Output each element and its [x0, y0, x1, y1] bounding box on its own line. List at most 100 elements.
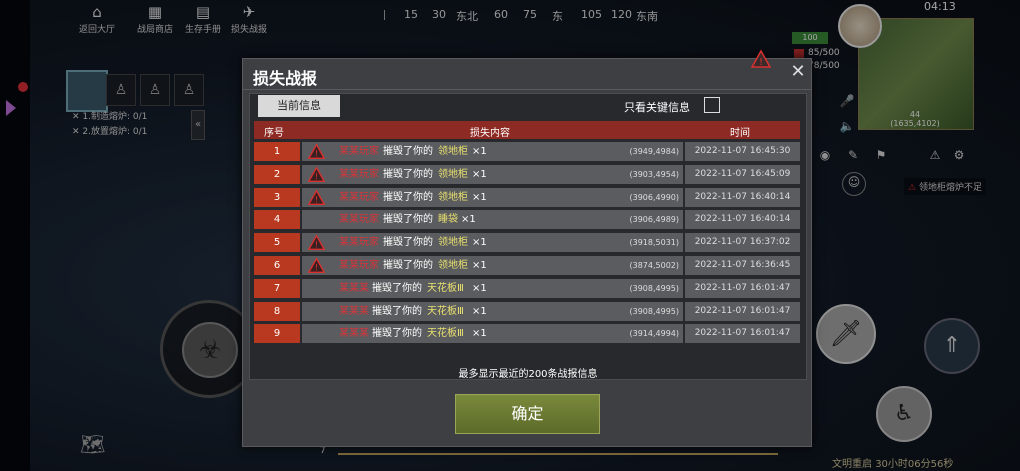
- loss-verb: 摧毁了你的: [383, 237, 433, 249]
- attacker-name: 某某玩家: [339, 214, 379, 226]
- loss-coordinates: (3903,4954): [629, 169, 679, 179]
- loss-message: 某某某 摧毁了你的 天花板Ⅲ ×1 (3914,4994): [302, 324, 683, 344]
- row-number: 4: [254, 210, 300, 230]
- lost-item: 天花板Ⅲ: [427, 328, 464, 340]
- row-number: 1: [254, 142, 300, 161]
- svg-text:!: !: [315, 172, 318, 182]
- attacker-name: 某某某: [339, 305, 369, 317]
- loss-report-dialog: 损失战报 ! ✕ 当前信息 只看关键信息 序号 损失内容 时间 1! 某某玩家 摧毁…: [242, 49, 812, 447]
- loss-time: 2022-11-07 16:01:47: [685, 301, 800, 321]
- confirm-button[interactable]: 确定: [455, 394, 600, 434]
- lost-item: 天花板Ⅲ: [427, 305, 464, 317]
- warning-icon: !: [308, 166, 325, 182]
- loss-message: ! 某某玩家 摧毁了你的 领地柜 ×1 (3903,4954): [302, 164, 683, 184]
- attacker-name: 某某玩家: [339, 146, 379, 157]
- row-number: 8: [254, 301, 300, 321]
- loss-coordinates: (3906,4989): [629, 215, 679, 225]
- loss-verb: 摧毁了你的: [383, 260, 433, 271]
- loss-verb: 摧毁了你的: [372, 282, 422, 294]
- loss-coordinates: (3874,5002): [629, 261, 679, 270]
- loss-verb: 摧毁了你的: [372, 328, 422, 340]
- item-count: ×1: [472, 146, 487, 157]
- table-row[interactable]: 5! 某某玩家 摧毁了你的 领地柜 ×1 (3918,5031) 2022-11-07 16…: [254, 233, 800, 253]
- report-panel: 当前信息 只看关键信息 序号 损失内容 时间 1! 某某玩家 摧毁了你的 领地柜 ×1(…: [249, 93, 807, 380]
- row-number: 6: [254, 256, 300, 275]
- loss-time: 2022-11-07 16:45:09: [685, 164, 800, 184]
- attacker-name: 某某玩家: [339, 168, 379, 180]
- item-count: ×1: [461, 214, 476, 226]
- loss-message: 某某某 摧毁了你的 天花板Ⅲ ×1 (3908,4995): [302, 278, 683, 298]
- tab-current-info[interactable]: 当前信息: [258, 95, 340, 117]
- lost-item: 领地柜: [438, 260, 468, 271]
- loss-coordinates: (3908,4995): [629, 283, 679, 293]
- column-header-content: 损失内容: [470, 128, 510, 139]
- column-header-time: 时间: [730, 128, 750, 139]
- svg-text:!: !: [315, 150, 318, 160]
- table-row[interactable]: 9 某某某 摧毁了你的 天花板Ⅲ ×1 (3914,4994) 2022-11-07 16:…: [254, 324, 800, 344]
- title-divider: [243, 89, 811, 90]
- svg-text:!: !: [759, 57, 763, 68]
- attacker-name: 某某玩家: [339, 260, 379, 271]
- column-header-no: 序号: [264, 128, 284, 139]
- lost-item: 领地柜: [438, 168, 468, 180]
- loss-verb: 摧毁了你的: [383, 146, 433, 157]
- item-count: ×1: [472, 282, 487, 294]
- loss-verb: 摧毁了你的: [372, 305, 422, 317]
- max-records-note: 最多显示最近的200条战报信息: [458, 369, 598, 380]
- table-row[interactable]: 3! 某某玩家 摧毁了你的 领地柜 ×1 (3906,4990) 2022-11-07 16…: [254, 187, 800, 207]
- table-row[interactable]: 1! 某某玩家 摧毁了你的 领地柜 ×1 (3949,4984) 2022-11-07 16…: [254, 142, 800, 161]
- attacker-name: 某某某: [339, 282, 369, 294]
- loss-coordinates: (3906,4990): [629, 192, 679, 202]
- loss-time: 2022-11-07 16:01:47: [685, 324, 800, 344]
- loss-message: 某某玩家 摧毁了你的 睡袋 ×1 (3906,4989): [302, 210, 683, 230]
- svg-text:!: !: [315, 264, 318, 274]
- item-count: ×1: [472, 191, 487, 203]
- row-number: 5: [254, 233, 300, 253]
- lost-item: 领地柜: [438, 146, 468, 157]
- loss-time: 2022-11-07 16:37:02: [685, 233, 800, 253]
- loss-message: ! 某某玩家 摧毁了你的 领地柜 ×1 (3874,5002): [302, 256, 683, 275]
- table-row[interactable]: 8 某某某 摧毁了你的 天花板Ⅲ ×1 (3908,4995) 2022-11-07 16:…: [254, 301, 800, 321]
- loss-verb: 摧毁了你的: [383, 214, 433, 226]
- row-number: 9: [254, 324, 300, 344]
- table-row[interactable]: 6! 某某玩家 摧毁了你的 领地柜 ×1 (3874,5002) 2022-11-07 16…: [254, 256, 800, 275]
- close-icon[interactable]: ✕: [789, 63, 807, 81]
- lost-item: 领地柜: [438, 191, 468, 203]
- loss-time: 2022-11-07 16:40:14: [685, 187, 800, 207]
- loss-message: ! 某某玩家 摧毁了你的 领地柜 ×1 (3918,5031): [302, 233, 683, 253]
- lost-item: 睡袋: [438, 214, 458, 226]
- loss-verb: 摧毁了你的: [383, 168, 433, 180]
- table-row[interactable]: 2! 某某玩家 摧毁了你的 领地柜 ×1 (3903,4954) 2022-11-07 16…: [254, 164, 800, 184]
- loss-time: 2022-11-07 16:45:30: [685, 142, 800, 161]
- warning-icon: !: [308, 188, 325, 205]
- lost-item: 领地柜: [438, 237, 468, 249]
- loss-message: ! 某某玩家 摧毁了你的 领地柜 ×1 (3906,4990): [302, 187, 683, 207]
- loss-coordinates: (3949,4984): [629, 147, 679, 156]
- svg-text:!: !: [315, 195, 318, 205]
- key-only-label: 只看关键信息: [624, 101, 690, 114]
- loss-time: 2022-11-07 16:36:45: [685, 256, 800, 275]
- dialog-title: 损失战报: [253, 69, 318, 88]
- key-only-checkbox[interactable]: [704, 97, 720, 113]
- warning-icon: !: [751, 49, 771, 68]
- warning-icon: !: [308, 143, 325, 160]
- item-count: ×1: [472, 168, 487, 180]
- loss-message: ! 某某玩家 摧毁了你的 领地柜 ×1 (3949,4984): [302, 142, 683, 161]
- table-row[interactable]: 4 某某玩家 摧毁了你的 睡袋 ×1 (3906,4989) 2022-11-07 16:4…: [254, 210, 800, 230]
- loss-coordinates: (3908,4995): [629, 306, 679, 316]
- svg-text:!: !: [315, 241, 318, 251]
- row-number: 7: [254, 278, 300, 298]
- item-count: ×1: [472, 260, 487, 271]
- warning-icon: !: [308, 257, 325, 274]
- loss-verb: 摧毁了你的: [383, 191, 433, 203]
- row-number: 3: [254, 187, 300, 207]
- row-number: 2: [254, 164, 300, 184]
- item-count: ×1: [472, 305, 487, 317]
- loss-time: 2022-11-07 16:01:47: [685, 278, 800, 298]
- attacker-name: 某某玩家: [339, 237, 379, 249]
- loss-coordinates: (3914,4994): [629, 329, 679, 339]
- loss-coordinates: (3918,5031): [629, 238, 679, 248]
- table-row[interactable]: 7 某某某 摧毁了你的 天花板Ⅲ ×1 (3908,4995) 2022-11-07 16:…: [254, 278, 800, 298]
- table-header: 序号 损失内容 时间: [254, 121, 800, 139]
- item-count: ×1: [472, 237, 487, 249]
